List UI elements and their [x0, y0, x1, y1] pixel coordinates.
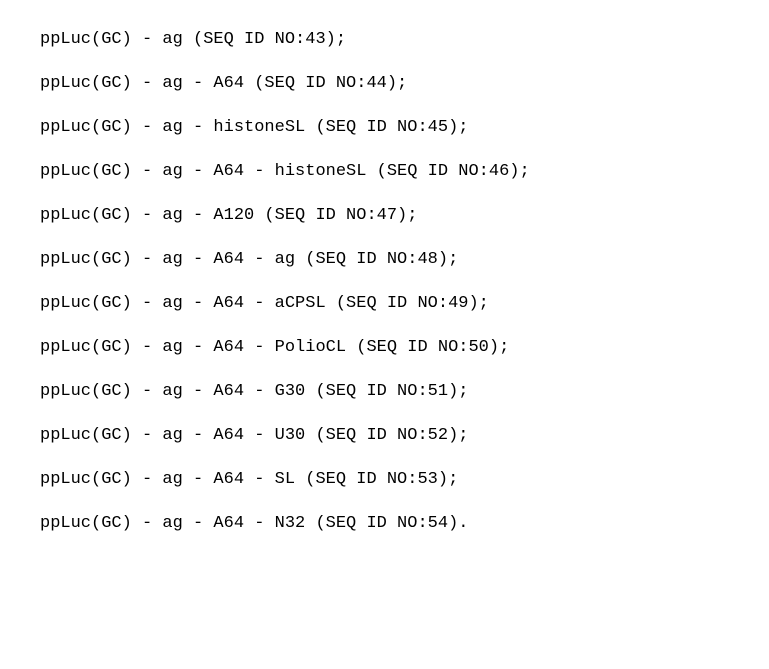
- sequence-line: ppLuc(GC) - ag - A64 - PolioCL (SEQ ID N…: [40, 338, 729, 357]
- sequence-line: ppLuc(GC) - ag - A64 - SL (SEQ ID NO:53)…: [40, 470, 729, 489]
- sequence-line: ppLuc(GC) - ag - A64 - N32 (SEQ ID NO:54…: [40, 514, 729, 533]
- sequence-line: ppLuc(GC) - ag - A64 - ag (SEQ ID NO:48)…: [40, 250, 729, 269]
- sequence-line: ppLuc(GC) - ag - A120 (SEQ ID NO:47);: [40, 206, 729, 225]
- sequence-line: ppLuc(GC) - ag - A64 - G30 (SEQ ID NO:51…: [40, 382, 729, 401]
- sequence-line: ppLuc(GC) - ag - A64 - aCPSL (SEQ ID NO:…: [40, 294, 729, 313]
- sequence-line: ppLuc(GC) - ag (SEQ ID NO:43);: [40, 30, 729, 49]
- sequence-line: ppLuc(GC) - ag - histoneSL (SEQ ID NO:45…: [40, 118, 729, 137]
- sequence-line: ppLuc(GC) - ag - A64 - U30 (SEQ ID NO:52…: [40, 426, 729, 445]
- sequence-line: ppLuc(GC) - ag - A64 - histoneSL (SEQ ID…: [40, 162, 729, 181]
- sequence-line: ppLuc(GC) - ag - A64 (SEQ ID NO:44);: [40, 74, 729, 93]
